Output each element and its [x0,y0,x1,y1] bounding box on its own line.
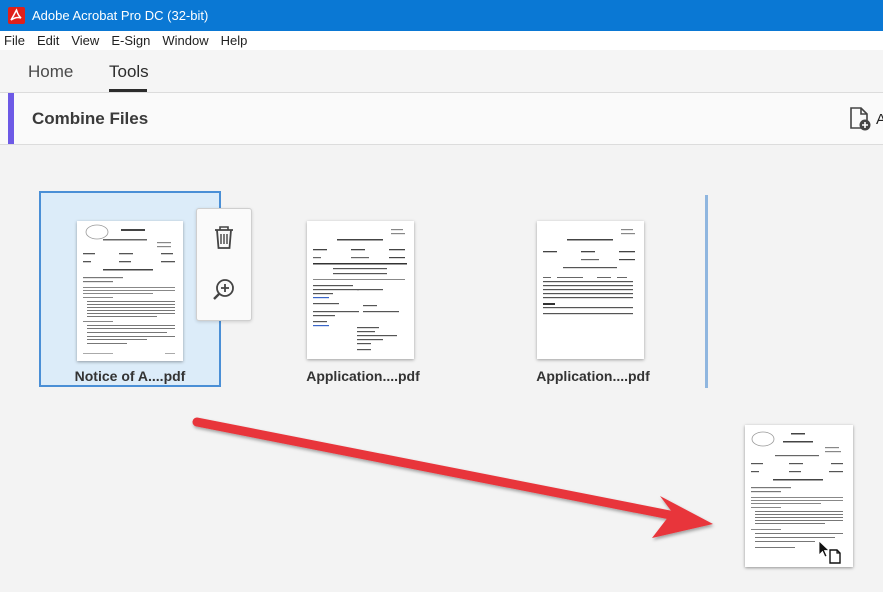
active-tab-indicator [109,89,147,92]
file-card-application-1[interactable]: Application....pdf [272,191,454,387]
file-thumbnail [307,221,414,359]
file-name-label: Application....pdf [306,368,420,384]
file-card-application-2[interactable]: Application....pdf [502,191,684,387]
tab-tools[interactable]: Tools [109,62,149,82]
menu-edit[interactable]: Edit [31,33,65,48]
file-card-notice[interactable]: Notice of A....pdf [39,191,221,387]
file-name-label: Notice of A....pdf [74,368,186,384]
tab-home[interactable]: Home [28,62,73,82]
menu-help[interactable]: Help [215,33,254,48]
file-thumbnail [537,221,644,359]
add-files-button[interactable]: A [846,106,883,132]
menu-e-sign[interactable]: E-Sign [105,33,156,48]
tool-title: Combine Files [32,109,149,128]
zoom-page-button[interactable] [211,277,237,308]
tool-accent-bar [8,93,14,144]
tool-header: Combine Files A [0,93,883,145]
file-thumbnail [77,221,183,361]
add-file-icon [850,107,871,131]
drag-cursor-icon [818,540,848,575]
acrobat-logo-icon [8,7,25,24]
add-files-label: A [876,111,883,128]
zoom-in-icon [213,279,234,300]
file-name-label: Application....pdf [536,368,650,384]
insertion-indicator [705,195,708,388]
menu-bar: File Edit View E-Sign Window Help [0,31,883,50]
menu-view[interactable]: View [65,33,105,48]
tab-bar: Home Tools [0,50,883,93]
trash-icon [215,226,233,249]
menu-window[interactable]: Window [156,33,214,48]
menu-file[interactable]: File [0,33,31,48]
window-title: Adobe Acrobat Pro DC (32-bit) [32,8,209,23]
delete-page-button[interactable] [211,224,237,255]
title-bar: Adobe Acrobat Pro DC (32-bit) [0,0,883,31]
card-action-toolbar [196,208,252,321]
